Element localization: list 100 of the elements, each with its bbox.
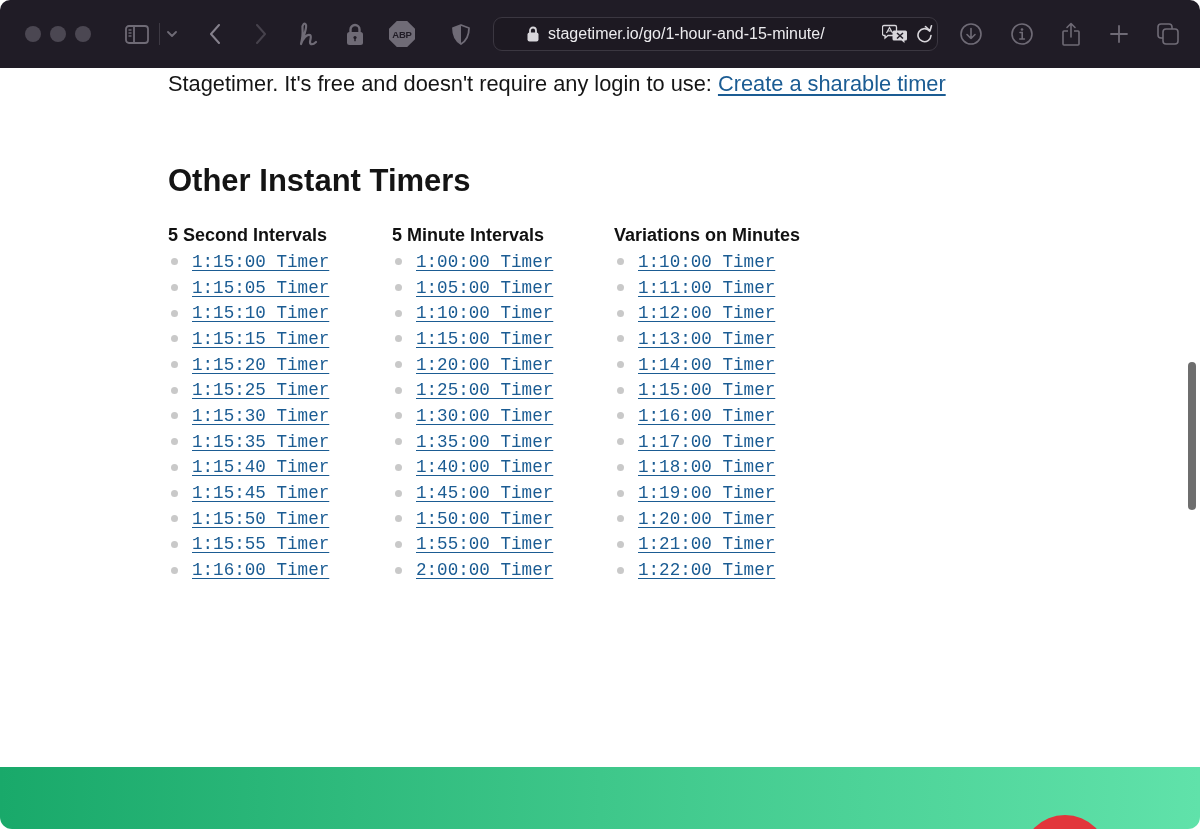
bullet-icon [617,566,624,574]
timer-link[interactable]: 1:05:00 Timer [416,276,554,299]
new-tab-icon[interactable] [1110,25,1128,43]
bullet-icon [395,335,402,343]
bullet-icon [617,258,624,266]
timer-link[interactable]: 2:00:00 Timer [416,559,554,582]
bullet-icon [171,438,178,446]
timer-link[interactable]: 1:13:00 Timer [638,327,776,350]
bullet-icon [395,386,402,394]
timer-link[interactable]: 1:17:00 Timer [638,430,776,453]
timer-link[interactable]: 1:15:00 Timer [638,379,776,402]
timer-link[interactable]: 1:50:00 Timer [416,507,554,530]
timer-link[interactable]: 1:15:15 Timer [192,327,330,350]
reload-icon[interactable] [916,25,933,43]
timer-link[interactable]: 1:11:00 Timer [638,276,776,299]
bullet-icon [171,258,178,266]
timer-link[interactable]: 1:25:00 Timer [416,379,554,402]
bullet-icon [171,515,178,523]
bullet-icon [617,361,624,369]
tabs-overview-icon[interactable] [1157,23,1179,45]
translate-icon[interactable] [882,24,908,44]
timer-link[interactable]: 1:10:00 Timer [416,302,554,325]
timer-link[interactable]: 1:21:00 Timer [638,533,776,556]
timer-link[interactable]: 1:15:55 Timer [192,533,330,556]
timer-link[interactable]: 1:15:40 Timer [192,456,330,479]
bullet-icon [395,361,402,369]
minimize-icon[interactable] [50,26,66,42]
address-field[interactable]: stagetimer.io/go/1-hour-and-15-minute/ [493,17,938,51]
timer-link[interactable]: 1:40:00 Timer [416,456,554,479]
download-icon[interactable] [960,23,982,45]
bullet-icon [395,515,402,523]
create-timer-link[interactable]: Create a sharable timer [717,71,946,96]
shield-icon[interactable] [452,23,470,45]
timer-link[interactable]: 1:35:00 Timer [416,430,554,453]
cursive-h-icon[interactable] [298,22,318,46]
column-heading: Variations on Minutes [614,224,802,246]
timer-link[interactable]: 1:15:05 Timer [192,276,330,299]
timer-link[interactable]: 1:20:00 Timer [416,353,554,376]
bullet-icon [395,258,402,266]
bullet-icon [617,515,624,523]
bullet-icon [617,284,624,292]
bullet-icon [617,438,624,446]
bullet-icon [171,463,178,471]
bullet-icon [617,540,624,548]
bullet-icon [171,309,178,317]
bullet-icon [171,412,178,420]
maximize-icon[interactable] [75,26,91,42]
close-icon[interactable] [25,26,41,42]
bullet-icon [395,309,402,317]
timer-link[interactable]: 1:18:00 Timer [638,456,776,479]
timer-link[interactable]: 1:30:00 Timer [416,404,554,427]
timer-link[interactable]: 1:15:00 Timer [192,250,330,273]
bullet-icon [617,309,624,317]
timer-link[interactable]: 1:15:45 Timer [192,482,330,505]
bullet-icon [171,284,178,292]
info-icon[interactable] [1011,23,1033,45]
timer-link[interactable]: 1:15:00 Timer [416,327,554,350]
column-heading: 5 Minute Intervals [392,224,546,246]
bullet-icon [617,386,624,394]
bullet-icon [617,412,624,420]
bullet-icon [171,540,178,548]
timer-link[interactable]: 1:15:25 Timer [192,379,330,402]
timer-link[interactable]: 1:15:20 Timer [192,353,330,376]
timer-link[interactable]: 1:00:00 Timer [416,250,554,273]
timer-link[interactable]: 1:12:00 Timer [638,302,776,325]
intro-text: Stagetimer. It's free and doesn't require any login to use: Create a sharable timer [168,72,946,96]
timer-link[interactable]: 1:16:00 Timer [192,559,330,582]
chevron-down-icon[interactable] [167,31,177,37]
lock-icon[interactable] [346,23,364,45]
bullet-icon [171,361,178,369]
timer-link[interactable]: 1:14:00 Timer [638,353,776,376]
bullet-icon [617,489,624,497]
bullet-icon [395,540,402,548]
scrollbar-thumb[interactable] [1188,362,1196,510]
column-heading: 5 Second Intervals [168,224,329,246]
bullet-icon [617,335,624,343]
lock-icon [527,26,539,42]
bullet-icon [617,463,624,471]
timer-link[interactable]: 1:19:00 Timer [638,482,776,505]
bullet-icon [395,438,402,446]
bullet-icon [171,489,178,497]
share-icon[interactable] [1062,22,1080,46]
timer-link[interactable]: 1:22:00 Timer [638,559,776,582]
bullet-icon [171,335,178,343]
timer-link[interactable]: 1:10:00 Timer [638,250,776,273]
timer-link[interactable]: 1:55:00 Timer [416,533,554,556]
bullet-icon [395,566,402,574]
timer-link[interactable]: 1:45:00 Timer [416,482,554,505]
timer-link[interactable]: 1:15:50 Timer [192,507,330,530]
bullet-icon [171,386,178,394]
bullet-icon [395,284,402,292]
timer-link[interactable]: 1:15:10 Timer [192,302,330,325]
timer-link[interactable]: 1:20:00 Timer [638,507,776,530]
bullet-icon [171,566,178,574]
back-icon[interactable] [209,24,221,44]
bullet-icon [395,412,402,420]
timer-link[interactable]: 1:15:35 Timer [192,430,330,453]
sidebar-icon[interactable] [125,24,149,44]
timer-link[interactable]: 1:16:00 Timer [638,404,776,427]
timer-link[interactable]: 1:15:30 Timer [192,404,330,427]
